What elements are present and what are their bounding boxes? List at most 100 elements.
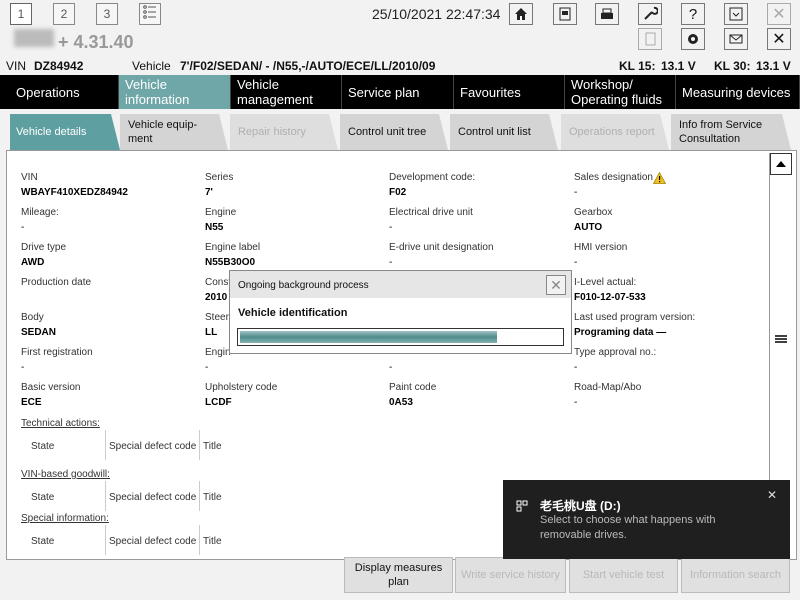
- type-approval-value: -: [574, 362, 578, 373]
- edrive-value: -: [389, 222, 393, 233]
- column-divider: [105, 430, 106, 460]
- sales-label: Sales designation: [574, 172, 653, 183]
- document-icon: [638, 28, 662, 50]
- paint-code-label: Paint code: [389, 382, 437, 393]
- type-approval-label: Type approval no.:: [574, 347, 657, 358]
- close-icon[interactable]: ✕: [767, 28, 791, 50]
- tab-vehicle-details[interactable]: Vehicle details: [10, 114, 120, 150]
- column-state: State: [31, 536, 55, 547]
- gearbox-label: Gearbox: [574, 207, 613, 218]
- hmi-value: -: [574, 257, 578, 268]
- dialog-message: Vehicle identification: [238, 307, 348, 319]
- vin-field-value: WBAYF410XEDZ84942: [21, 187, 128, 198]
- dialog-close-icon[interactable]: ✕: [546, 275, 566, 295]
- basic-version-label: Basic version: [21, 382, 81, 393]
- close-disabled-icon: ✕: [767, 3, 791, 25]
- start-vehicle-test-button: Start vehicle test: [569, 557, 678, 593]
- information-search-button: Information search: [681, 557, 790, 593]
- scroll-grip-icon[interactable]: [775, 331, 787, 349]
- construction-label: Const: [205, 277, 232, 288]
- download-icon[interactable]: [724, 3, 748, 25]
- body-value: SEDAN: [21, 327, 57, 338]
- warning-icon: [652, 171, 667, 189]
- column-title: Title: [203, 492, 222, 503]
- window-2-button[interactable]: 2: [53, 3, 75, 25]
- nav-vehicle-management[interactable]: Vehicle management: [231, 75, 342, 109]
- tab-vehicle-equipment[interactable]: Vehicle equip- ment: [120, 114, 228, 150]
- nav-measuring-devices[interactable]: Measuring devices: [676, 75, 800, 109]
- production-date-label: Production date: [21, 277, 92, 288]
- write-service-history-button: Write service history: [455, 557, 566, 593]
- dialog-header: Ongoing background process ✕: [230, 271, 571, 298]
- window-3-button[interactable]: 3: [96, 3, 118, 25]
- special-information-heading: Special information:: [21, 513, 109, 524]
- hmi-label: HMI version: [574, 242, 628, 253]
- column-special-defect-code: Special defect code: [109, 492, 197, 503]
- engine2-label: Engin: [205, 347, 231, 358]
- tab-control-unit-list[interactable]: Control unit list: [450, 114, 558, 150]
- column-state: State: [31, 492, 55, 503]
- engine-label-label: Engine label: [205, 242, 261, 253]
- column-state: State: [31, 441, 55, 452]
- upholstery-value: LCDF: [205, 397, 232, 408]
- software-version: + 4.31.40: [58, 32, 134, 52]
- redacted-logo: [14, 29, 54, 47]
- engine2-value: -: [205, 362, 209, 373]
- sub-tabs: Vehicle details Vehicle equip- ment Repa…: [0, 112, 800, 150]
- nav-workshop-operating-fluids[interactable]: Workshop/ Operating fluids: [565, 75, 676, 109]
- last-program-label: Last used program version:: [574, 312, 696, 323]
- nav-favourites[interactable]: Favourites: [454, 75, 565, 109]
- engine-value: N55: [205, 222, 224, 233]
- body-label: Body: [21, 312, 44, 323]
- paint-code-value: 0A53: [389, 397, 413, 408]
- display-measures-plan-button[interactable]: Display measures plan: [344, 557, 453, 593]
- datetime: 25/10/2021 22:47:34: [372, 6, 501, 22]
- engine-label-value: N55B30O0: [205, 257, 256, 268]
- vin-goodwill-heading: VIN-based goodwill:: [21, 469, 110, 480]
- window-1-button[interactable]: 1: [10, 3, 32, 25]
- toast-close-icon[interactable]: ✕: [767, 488, 777, 502]
- mail-icon[interactable]: [724, 28, 748, 50]
- basic-version-value: ECE: [21, 397, 42, 408]
- nav-service-plan[interactable]: Service plan: [342, 75, 454, 109]
- help-icon[interactable]: ?: [681, 3, 705, 25]
- construction-value: 2010: [205, 292, 228, 303]
- main-navigation: Operations Vehicle information Vehicle m…: [0, 75, 800, 109]
- series-value: 7': [205, 187, 213, 198]
- roadmap-label: Road-Map/Abo: [574, 382, 642, 393]
- column-title: Title: [203, 536, 222, 547]
- list-icon[interactable]: [139, 3, 161, 25]
- scroll-up-button[interactable]: [770, 153, 792, 175]
- vehicle-value: 7'/F02/SEDAN/ - /N55,-/AUTO/ECE/LL/2010/…: [180, 59, 436, 73]
- column-special-defect-code: Special defect code: [109, 536, 197, 547]
- drive-type-value: AWD: [21, 257, 45, 268]
- home-icon[interactable]: [509, 3, 533, 25]
- removable-drive-notification[interactable]: 老毛桃U盘 (D:) Select to choose what happens…: [503, 480, 790, 559]
- kl15-label: KL 15:: [619, 59, 656, 73]
- usb-drive-icon: [516, 499, 528, 517]
- nav-operations[interactable]: Operations: [0, 75, 119, 109]
- vin-label: VIN: [6, 59, 27, 73]
- settings-gear-icon[interactable]: [681, 28, 705, 50]
- edrive-desig-value: -: [389, 257, 393, 268]
- progress-bar: [237, 328, 564, 346]
- progress-fill: [240, 331, 497, 343]
- wrench-icon[interactable]: [638, 3, 662, 25]
- connection-icon[interactable]: [553, 3, 577, 25]
- steering-label: Steer: [205, 312, 229, 323]
- tab-repair-history: Repair history: [230, 114, 338, 150]
- column-divider: [199, 481, 200, 511]
- vehicle-label: Vehicle: [132, 59, 171, 73]
- toast-line2: removable drives.: [540, 529, 627, 541]
- drive-type-label: Drive type: [21, 242, 67, 253]
- col3-row6-value: -: [389, 362, 393, 373]
- steering-value: LL: [205, 327, 218, 338]
- technical-actions-heading: Technical actions:: [21, 418, 100, 429]
- upholstery-label: Upholstery code: [205, 382, 278, 393]
- nav-vehicle-information[interactable]: Vehicle information: [119, 75, 231, 109]
- mileage-value: -: [21, 222, 25, 233]
- tab-control-unit-tree[interactable]: Control unit tree: [340, 114, 448, 150]
- dev-code-value: F02: [389, 187, 407, 198]
- print-icon[interactable]: [595, 3, 619, 25]
- tab-info-from-service-consultation[interactable]: Info from Service Consultation: [671, 114, 791, 150]
